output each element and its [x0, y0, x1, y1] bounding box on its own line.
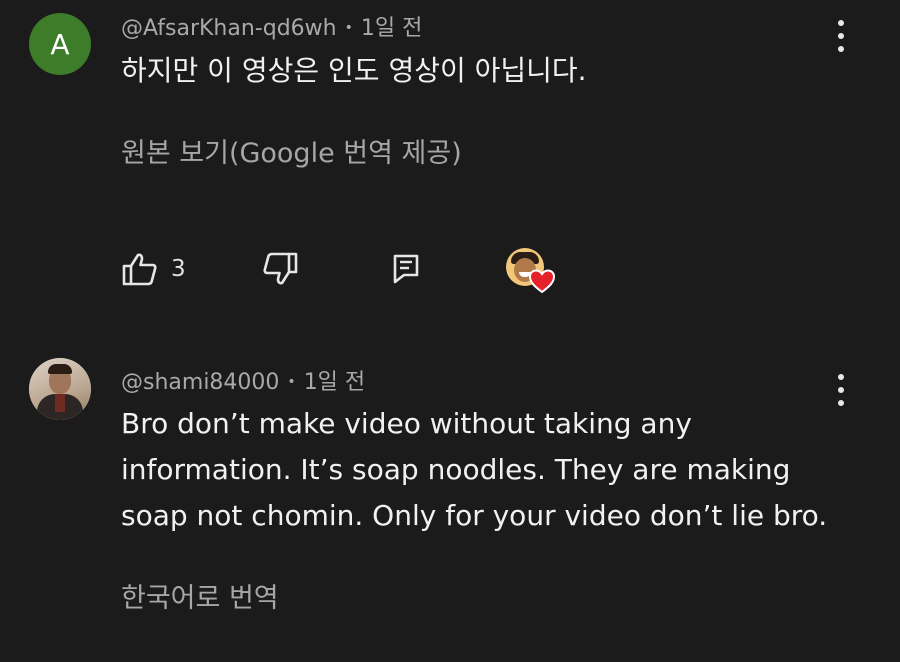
more-vert-icon-dot — [838, 387, 844, 393]
translate-toggle-link[interactable]: 원본 보기(Google 번역 제공) — [121, 131, 462, 170]
author-handle[interactable]: @AfsarKhan-qd6wh — [121, 16, 337, 41]
more-vert-icon — [838, 20, 844, 26]
comment-meta: @shami84000 • 1일 전 — [121, 364, 365, 396]
author-avatar[interactable] — [29, 358, 91, 420]
comment-text-line: Bro don’t make video without taking any — [121, 407, 692, 440]
comment-text: Bro don’t make video without taking any … — [121, 401, 827, 539]
like-count: 3 — [171, 256, 186, 282]
comment-text-line: information. It’s soap noodles. They are… — [121, 453, 791, 486]
more-vert-icon-dot — [838, 46, 844, 52]
comment-meta: @AfsarKhan-qd6wh • 1일 전 — [121, 10, 422, 42]
comments-page: A @AfsarKhan-qd6wh • 1일 전 하지만 이 영상은 인도 영상이… — [0, 0, 900, 662]
reply-icon — [393, 254, 419, 284]
avatar-photo-hair — [48, 364, 72, 374]
more-vert-icon-dot — [838, 400, 844, 406]
author-handle[interactable]: @shami84000 — [121, 370, 279, 395]
comment-text: 하지만 이 영상은 인도 영상이 아닙니다. — [121, 48, 587, 94]
heart-icon — [528, 269, 556, 294]
comment-text-line: 하지만 이 영상은 인도 영상이 아닙니다. — [121, 54, 587, 87]
avatar-photo-shirt — [55, 394, 65, 412]
reply-button[interactable] — [392, 253, 420, 285]
meta-separator: • — [344, 20, 353, 36]
comment-text-line: soap not chomin. Only for your video don… — [121, 499, 828, 532]
more-options-button[interactable] — [831, 16, 851, 56]
dislike-icon — [263, 252, 298, 285]
comment-time: 1일 전 — [360, 16, 423, 41]
translate-toggle-link[interactable]: 한국어로 번역 — [121, 576, 279, 615]
author-avatar[interactable]: A — [29, 13, 91, 75]
like-button[interactable]: 3 — [121, 252, 186, 286]
dislike-button[interactable] — [261, 252, 299, 286]
meta-separator: • — [287, 374, 296, 390]
like-icon — [122, 253, 157, 286]
more-options-button[interactable] — [831, 370, 851, 410]
comment-time: 1일 전 — [303, 370, 366, 395]
more-vert-icon — [838, 374, 844, 380]
creator-heart-badge — [506, 248, 556, 296]
more-vert-icon-dot — [838, 33, 844, 39]
